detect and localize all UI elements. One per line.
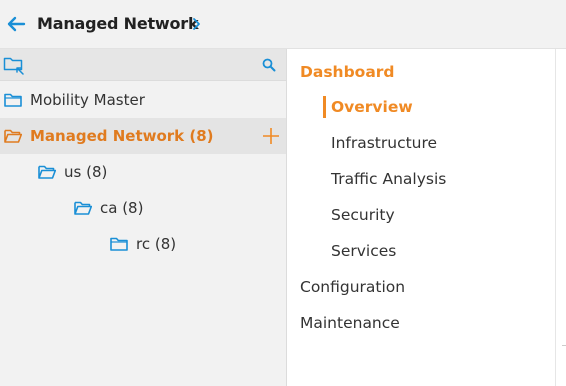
tree-item-label: rc (8) [136,235,177,253]
tree-item-label: ca (8) [100,199,144,217]
add-icon[interactable] [262,127,280,145]
menu-configuration[interactable]: Configuration [300,278,405,296]
folder-expand-icon[interactable] [3,55,25,75]
hierarchy-panel: Mobility Master Managed Network (8) us (… [0,49,287,386]
menu-infrastructure[interactable]: Infrastructure [331,134,437,152]
folder-icon [110,237,128,251]
menu-traffic-analysis[interactable]: Traffic Analysis [331,170,446,188]
folder-open-icon [38,165,56,179]
page-title: Managed Network [37,14,199,33]
tree-item-label: Mobility Master [30,91,145,109]
tree-item-mobility-master[interactable]: Mobility Master [4,82,286,118]
tree-item-rc[interactable]: rc (8) [110,226,176,262]
tree-item-label: us (8) [64,163,108,181]
tree-toolbar [0,49,286,81]
folder-icon [4,93,22,107]
nav-menu: Dashboard Overview Infrastructure Traffi… [287,49,555,386]
divider [562,345,566,346]
menu-overview[interactable]: Overview [331,98,413,116]
tree-item-managed-network[interactable]: Managed Network (8) [0,118,286,154]
header-bar: Managed Network [0,0,566,49]
active-indicator [323,96,326,118]
content-edge [555,49,566,386]
search-icon[interactable] [262,58,276,72]
tree-item-label: Managed Network (8) [30,127,214,145]
chevron-right-icon[interactable] [192,17,202,31]
tree-item-ca[interactable]: ca (8) [74,190,143,226]
menu-services[interactable]: Services [331,242,396,260]
folder-open-icon [74,201,92,215]
menu-maintenance[interactable]: Maintenance [300,314,400,332]
folder-open-icon [4,129,22,143]
back-arrow-icon[interactable] [6,14,26,34]
menu-security[interactable]: Security [331,206,395,224]
menu-dashboard[interactable]: Dashboard [300,63,395,81]
tree-item-us[interactable]: us (8) [38,154,107,190]
